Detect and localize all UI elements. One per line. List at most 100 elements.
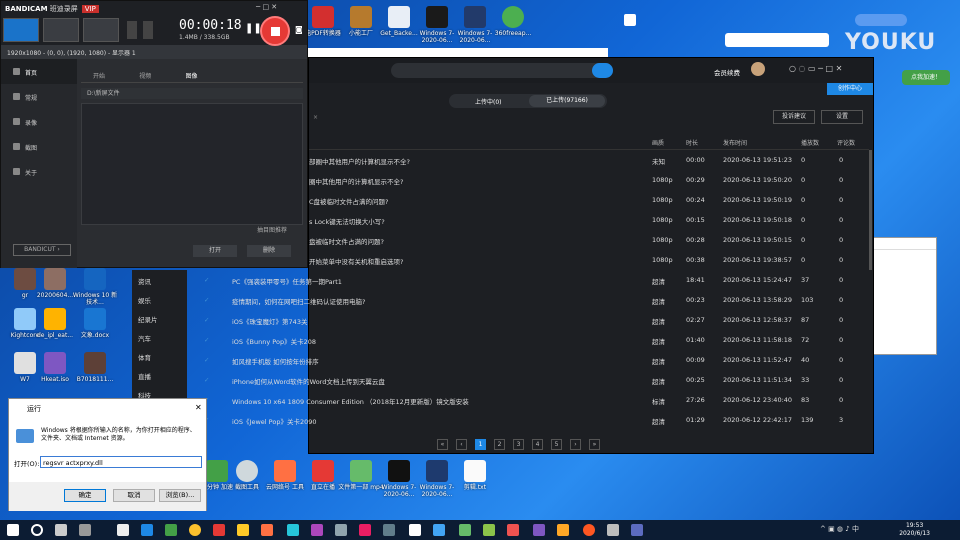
page-button[interactable]: 2	[494, 439, 505, 450]
file-icon[interactable]	[117, 524, 129, 536]
table-row[interactable]: 盘被临时文件占满的问题? 1080p 00:28 2020-06-13 19:50:1…	[309, 230, 869, 250]
tab-uploading[interactable]: 上传中(0)	[475, 97, 502, 106]
table-row[interactable]: 如风搜手机版 如何按年份排序 超清 00:09 2020-06-13 11:52:47…	[204, 350, 869, 370]
table-row[interactable]: iPhone如何从Word软件的Word文档上传到天翼云盘 超清 00:25 2020…	[204, 370, 869, 390]
page-button[interactable]: ‹	[456, 439, 467, 450]
category-item[interactable]: 资讯	[132, 270, 187, 289]
delete-button[interactable]: 删除	[247, 245, 291, 257]
sidebar-item-about[interactable]: 关于	[1, 159, 77, 184]
app-icon[interactable]	[409, 524, 421, 536]
category-item[interactable]: 纪录片	[132, 308, 187, 327]
check-icon[interactable]: ✓	[204, 336, 209, 344]
search-button[interactable]	[592, 63, 613, 78]
youku-speed-button[interactable]: 点我加速！	[902, 70, 950, 85]
app-icon[interactable]	[383, 524, 395, 536]
page-button[interactable]: 3	[513, 439, 524, 450]
check-icon[interactable]: ✓	[204, 276, 209, 284]
table-row[interactable]: Windows 10 x64 1809 Consumer Edition （20…	[204, 390, 869, 410]
close-icon[interactable]: ✕	[195, 403, 202, 412]
page-button[interactable]: ›	[570, 439, 581, 450]
app-icon[interactable]	[459, 524, 471, 536]
page-button[interactable]: 4	[532, 439, 543, 450]
app-icon[interactable]	[607, 524, 619, 536]
app-icon[interactable]	[507, 524, 519, 536]
desktop-icon-360[interactable]: 360freeap...	[488, 6, 538, 37]
avatar[interactable]	[751, 62, 765, 76]
table-row[interactable]: PC《强袭装甲零号》任务第一期Part1 超清 18:41 2020-06-13 15…	[204, 270, 869, 290]
table-row[interactable]: 圈中其他用户的计算机显示不全? 1080p 00:29 2020-06-13 19:5…	[309, 170, 869, 190]
app-icon[interactable]	[583, 524, 595, 536]
clock[interactable]: 19:53 2020/6/13	[899, 522, 930, 538]
app-icon[interactable]	[631, 524, 643, 536]
app-icon[interactable]	[335, 524, 347, 536]
table-row[interactable]: iOS《珠宝魔灯》第743关 超清 02:27 2020-06-13 12:58:37…	[204, 310, 869, 330]
table-row[interactable]: 疫情期间，如何在网吧扫二维码认证使用电脑? 超清 00:23 2020-06-13 1…	[204, 290, 869, 310]
chrome-icon[interactable]	[189, 524, 201, 536]
app-icon[interactable]	[557, 524, 569, 536]
screen-mode-button[interactable]	[3, 18, 39, 42]
check-icon[interactable]: ✓	[204, 376, 209, 384]
page-button[interactable]: 1	[475, 439, 486, 450]
app-icon[interactable]	[287, 524, 299, 536]
sidebar-item-general[interactable]: 常规	[1, 84, 77, 109]
category-item[interactable]: 娱乐	[132, 289, 187, 308]
folder-button[interactable]: 抽目图推荐	[257, 225, 287, 234]
window-controls[interactable]: ○ ◌ ▭ ─ □ ✕	[789, 64, 842, 73]
cancel-button[interactable]: 取消	[113, 489, 155, 502]
table-row[interactable]: 开始菜单中没有关机和重启选项? 1080p 00:38 2020-06-13 19:3…	[309, 250, 869, 270]
table-row[interactable]: iOS《Jewel Pop》关卡2090 超清 01:29 2020-06-12 22…	[204, 410, 869, 430]
tab-start[interactable]: 开始	[81, 63, 125, 80]
app-icon[interactable]	[165, 524, 177, 536]
check-icon[interactable]: ✓	[204, 316, 209, 324]
task-view-icon[interactable]	[55, 524, 67, 536]
app-icon[interactable]	[483, 524, 495, 536]
table-row[interactable]: s Lock键无法切换大小写? 1080p 00:15 2020-06-13 19:5…	[309, 210, 869, 230]
settings-button[interactable]: 设置	[821, 110, 863, 124]
feedback-button[interactable]: 投诉建议	[773, 110, 815, 124]
desktop-icon[interactable]: 文象.docx	[70, 308, 120, 339]
member-link[interactable]: 会员续费	[714, 67, 740, 77]
page-button[interactable]: »	[589, 439, 600, 450]
desktop-icon[interactable]: 剪辑.txt	[450, 460, 500, 491]
app-icon[interactable]	[311, 524, 323, 536]
upload-status-toggle[interactable]: 上传中(0) 已上传(97166)	[449, 94, 607, 108]
bandicut-logo[interactable]: BANDICUT ›	[13, 244, 71, 256]
page-button[interactable]: 5	[551, 439, 562, 450]
browse-button[interactable]: 浏览(B)...	[159, 489, 201, 502]
category-item[interactable]: 汽车	[132, 327, 187, 346]
tray-icons[interactable]: ^ ▣ ◍ ♪ 中	[820, 524, 859, 534]
page-button[interactable]: «	[437, 439, 448, 450]
app-icon[interactable]	[533, 524, 545, 536]
search-icon[interactable]	[31, 524, 43, 536]
edge-icon[interactable]	[141, 524, 153, 536]
app-icon[interactable]	[433, 524, 445, 536]
app-icon[interactable]	[359, 524, 371, 536]
table-row[interactable]: 部圈中其他用户的计算机显示不全? 未知 00:00 2020-06-13 19:51:…	[309, 150, 869, 170]
webcam-icon[interactable]	[127, 21, 137, 39]
tab-video[interactable]: 视频	[127, 63, 171, 80]
tab-image[interactable]: 图像	[173, 63, 217, 80]
creator-center-button[interactable]: 创作中心	[827, 83, 873, 95]
folder-icon[interactable]	[237, 524, 249, 536]
app-icon[interactable]	[79, 524, 91, 536]
app-icon[interactable]	[261, 524, 273, 536]
record-button[interactable]	[260, 16, 290, 46]
camera-icon[interactable]: ◙	[295, 25, 303, 34]
run-command-input[interactable]: regsvr actxprxy.dll	[40, 456, 202, 468]
search-input[interactable]	[391, 63, 613, 78]
window-controls[interactable]: ─ □ ✕	[256, 3, 277, 11]
category-item[interactable]: 体育	[132, 346, 187, 365]
category-item[interactable]: 直播	[132, 365, 187, 384]
sidebar-item-home[interactable]: 首页	[1, 59, 77, 84]
open-button[interactable]: 打开	[193, 245, 237, 257]
sidebar-item-video[interactable]: 录像	[1, 109, 77, 134]
scrollbar[interactable]	[869, 150, 872, 270]
desktop-icon[interactable]: B7018111...	[70, 352, 120, 383]
start-icon[interactable]	[7, 524, 19, 536]
app-icon[interactable]	[213, 524, 225, 536]
ok-button[interactable]: 确定	[64, 489, 106, 502]
mic-icon[interactable]	[143, 21, 153, 39]
table-row[interactable]: C盘被临时文件占满的问题? 1080p 00:24 2020-06-13 19:50:…	[309, 190, 869, 210]
tab-uploaded[interactable]: 已上传(97166)	[529, 95, 605, 107]
check-icon[interactable]: ✓	[204, 356, 209, 364]
